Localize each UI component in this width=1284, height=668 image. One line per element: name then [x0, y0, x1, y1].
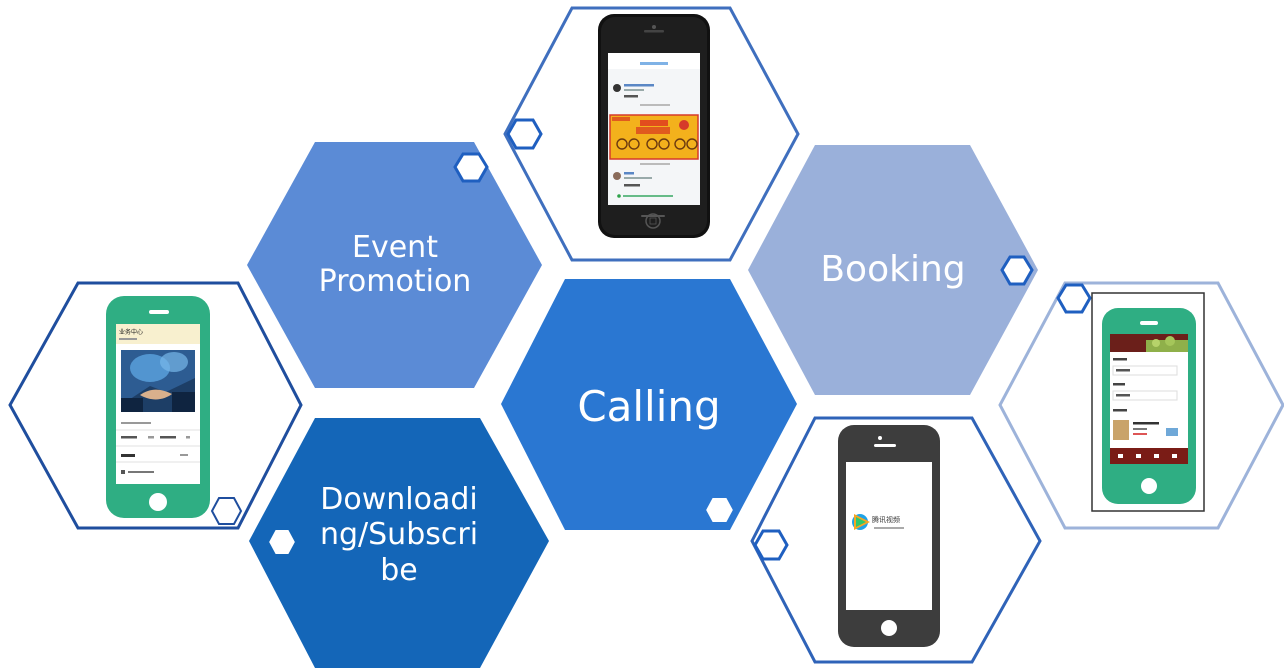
video-app-logo-text: 腾讯视频 — [872, 515, 900, 524]
top-phone — [598, 14, 710, 238]
calling-hexagon — [501, 279, 797, 530]
hexagon-diagram: 业务中心 腾讯视频 — [8, 6, 1284, 668]
booking-header-image — [1110, 334, 1188, 352]
connector-hexagon-event — [453, 152, 489, 183]
glasses-banner-image — [609, 114, 699, 160]
handshake-image — [121, 350, 195, 412]
right-phone — [1091, 292, 1205, 512]
left-phone: 业务中心 — [106, 296, 210, 518]
connector-hexagon-left — [210, 497, 243, 525]
connector-hexagon-downloading — [266, 528, 298, 556]
left-phone-title: 业务中心 — [119, 328, 143, 336]
event-promotion-hexagon — [247, 142, 542, 388]
connector-hexagon-top — [506, 118, 543, 150]
connector-hexagon-calling — [703, 496, 736, 524]
connector-hexagon-right — [1056, 283, 1092, 314]
booking-hexagon — [748, 145, 1038, 395]
bottom-phone: 腾讯视频 — [838, 425, 940, 647]
connector-hexagon-booking — [1000, 255, 1034, 286]
connector-hexagon-bottom — [753, 529, 789, 561]
